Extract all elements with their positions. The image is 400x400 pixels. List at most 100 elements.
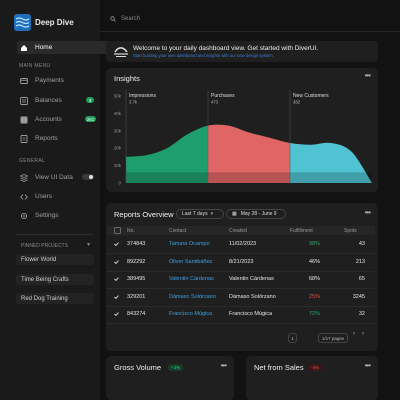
range-select[interactable]: Last 7 days ▾ <box>176 209 224 219</box>
cell-spots: 213 <box>355 258 365 265</box>
column-header[interactable]: Spots <box>344 228 357 234</box>
section-general: GENERAL <box>19 158 45 164</box>
table-row[interactable]: 389495 Valentin Cárdenas Valentin Cárdenas… <box>107 271 375 289</box>
section-main-menu: MAIN MENU <box>19 63 51 69</box>
more-options-icon[interactable]: ••• <box>365 208 371 217</box>
cell-fulfillment: 25% <box>308 293 320 300</box>
area-band <box>290 172 372 183</box>
banner-title: Welcome to your daily dashboard view. Ge… <box>133 45 319 52</box>
date-range-label: May 28 - June 9 <box>240 211 277 217</box>
cell-fulfillment: 72% <box>308 311 320 317</box>
metric-label: Impressions <box>129 93 156 99</box>
cell-no: 329201 <box>127 293 146 300</box>
sidebar-item-label: Accounts <box>35 116 62 123</box>
net-from-sales-card: Net from Sales -4% ••• <box>246 356 378 400</box>
area-band <box>208 172 290 183</box>
cell-fulfillment: 98% <box>308 241 320 247</box>
sidebar-item-label: Users <box>35 193 52 200</box>
checkbox-checked-icon[interactable] <box>114 294 119 299</box>
net-from-sales-title: Net from Sales <box>254 363 304 372</box>
divider <box>100 31 400 32</box>
insights-card: Insights ••• 50k 40k 30k 20k 10k 0 Impressions… <box>106 68 378 192</box>
column-header[interactable]: No. <box>127 228 135 234</box>
wallet-icon <box>20 77 28 85</box>
home-icon <box>20 44 28 52</box>
calendar-icon: ▦ <box>232 211 237 217</box>
y-tick-label: 30k <box>114 128 122 133</box>
page-number-select[interactable]: 1 <box>288 333 297 343</box>
cell-spots: 65 <box>358 276 365 282</box>
y-tick-label: 20k <box>114 146 122 151</box>
page-info: 1/17 pages <box>318 333 348 343</box>
dashboard-app: Deep Dive Home MAIN MENU Payments Balanc… <box>0 0 400 400</box>
column-header[interactable]: Created <box>229 228 247 234</box>
welcome-banner: Welcome to your daily dashboard view. Ge… <box>106 41 378 62</box>
checkbox-checked-icon[interactable] <box>114 277 119 281</box>
cell-created: Dámaso Solórzano <box>229 293 276 300</box>
more-options-icon[interactable]: ••• <box>221 361 227 370</box>
reports-title: Reports Overview <box>114 210 174 219</box>
y-tick-label: 40k <box>114 111 122 116</box>
select-all-checkbox[interactable] <box>114 227 121 234</box>
database-icon <box>20 173 28 182</box>
cell-created: 11/02/2023 <box>229 241 257 247</box>
code-icon <box>20 193 28 201</box>
y-tick-label: 50k <box>114 94 122 99</box>
cell-contact[interactable]: Dámaso Solórzano <box>169 294 216 300</box>
table-row[interactable]: 892292 Oliver Santibáñez 8/21/2023 46% 213 <box>107 254 375 272</box>
metric-label: New Customers <box>293 93 329 99</box>
balance-icon <box>20 96 28 105</box>
balances-badge: 3 <box>86 97 94 103</box>
range-select-label: Last 7 days <box>182 211 208 217</box>
brand[interactable]: Deep Dive <box>14 14 74 31</box>
table-header: No. Contact Created Fulfillment Spots <box>107 226 375 235</box>
chevron-down-icon[interactable]: ▾ <box>87 241 90 248</box>
view-ui-data-toggle[interactable] <box>82 174 94 180</box>
cell-contact[interactable]: Francisco Múgica <box>169 311 212 317</box>
net-from-sales-badge: -4% <box>308 364 323 371</box>
checkbox-checked-icon[interactable] <box>114 312 119 316</box>
table-row[interactable]: 843274 Francisco Múgica Francisco Múgica 72… <box>107 306 375 324</box>
chevron-left-icon[interactable]: ‹ <box>353 331 355 337</box>
search-input[interactable]: Search <box>121 16 140 22</box>
cell-contact[interactable]: Oliver Santibáñez <box>169 259 212 265</box>
sidebar-item-label: Balances <box>35 97 62 104</box>
cell-spots: 43 <box>358 241 365 247</box>
y-tick-label: 10k <box>114 163 122 168</box>
cell-contact[interactable]: Tamara Ocampo <box>169 241 210 247</box>
column-header[interactable]: Fulfillment <box>290 228 313 234</box>
chevron-right-icon[interactable]: › <box>362 331 364 337</box>
wave-logo-icon <box>14 14 31 31</box>
sidebar-item-label: View UI Data <box>35 174 73 181</box>
cell-no: 892292 <box>127 258 146 265</box>
table-row[interactable]: 329201 Dámaso Solórzano Dámaso Solórzano 25… <box>107 289 375 307</box>
column-header[interactable]: Contact <box>169 228 186 234</box>
project-item[interactable]: Flower World <box>16 254 94 265</box>
project-item[interactable]: Time Being Crafts <box>16 274 94 285</box>
cell-no: 843274 <box>127 311 146 317</box>
checkbox-checked-icon[interactable] <box>114 259 119 264</box>
cell-spots: 3245 <box>352 293 365 300</box>
cell-contact[interactable]: Valentin Cárdenas <box>169 276 214 282</box>
pinned-projects-title: PINNED PROJECTS <box>21 243 68 249</box>
metric-value: 382 <box>293 100 301 105</box>
y-tick-label: 0 <box>118 181 121 186</box>
gross-volume-card: Gross Volume +3% ••• <box>106 356 234 400</box>
project-item[interactable]: Red Dog Training <box>16 293 94 304</box>
sidebar-item-label: Settings <box>35 212 59 219</box>
more-options-icon[interactable]: ••• <box>365 361 371 370</box>
insights-chart: 50k 40k 30k 20k 10k 0 Impressions3.7k Purchases… <box>114 90 372 186</box>
search-bar[interactable]: Search <box>110 16 140 22</box>
checkbox-checked-icon[interactable] <box>114 242 119 246</box>
gear-icon <box>20 212 28 220</box>
search-icon <box>110 16 116 22</box>
metric-value: 3.7k <box>129 100 138 105</box>
brand-name: Deep Dive <box>35 18 74 27</box>
cell-no: 389495 <box>127 276 146 282</box>
date-range-picker[interactable]: ▦ May 28 - June 9 <box>226 209 286 219</box>
metric-value: 473 <box>211 100 219 105</box>
table-row[interactable]: 374843 Tamara Ocampo 11/02/2023 98% 43 <box>107 236 375 254</box>
divider <box>16 234 94 235</box>
cell-created: Francisco Múgica <box>229 311 273 317</box>
cell-created: 8/21/2023 <box>229 258 254 265</box>
